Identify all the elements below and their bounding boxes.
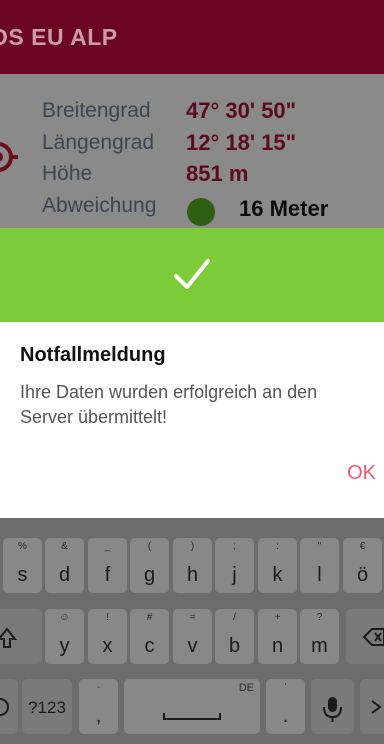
latitude-label: Breitengrad [42, 99, 151, 122]
enter-key[interactable] [360, 679, 384, 734]
symbols-label: ?123 [28, 698, 66, 717]
key-hint: / [233, 612, 236, 623]
microphone-icon [323, 697, 342, 722]
key-label: f [104, 564, 111, 586]
comma-key[interactable]: -, [79, 679, 118, 734]
space-key[interactable]: DE [124, 679, 260, 734]
key-c[interactable]: # c [130, 609, 169, 664]
key-h[interactable]: ) h [173, 538, 212, 593]
key-label: k [272, 564, 283, 586]
key-label: ö [356, 564, 369, 586]
key-y[interactable]: ☺ y [45, 609, 84, 664]
key-label: l [317, 564, 322, 586]
voice-input-key[interactable] [311, 679, 354, 734]
key-o-umlaut[interactable]: € ö [343, 538, 382, 593]
key-m[interactable]: ? m [300, 609, 339, 664]
key-label: j [232, 564, 237, 586]
dialog-message: Ihre Daten wurden erfolgreich an den Ser… [20, 382, 318, 427]
shift-icon [0, 627, 18, 648]
key-hint: ☺ [59, 612, 70, 623]
key-label: . [282, 705, 289, 727]
key-hint: ' [284, 682, 287, 693]
latitude-value: 47° 30' 50" [186, 98, 297, 123]
key-l[interactable]: " l [300, 538, 339, 593]
key-f[interactable]: _ f [88, 538, 127, 593]
key-g[interactable]: (g [130, 538, 169, 593]
accuracy-status-dot [187, 198, 215, 226]
key-hint: + [274, 612, 281, 623]
key-s[interactable]: % s [3, 538, 42, 593]
key-hint: € [359, 541, 366, 552]
key-x[interactable]: ! x [88, 609, 127, 664]
key-label: g [143, 564, 156, 586]
longitude-label: Längengrad [42, 131, 155, 154]
app-bar: OS EU ALP [0, 0, 384, 74]
key-hint: ; [233, 541, 236, 552]
key-hint: ) [190, 541, 195, 552]
target-icon [0, 142, 18, 172]
backspace-icon [362, 628, 384, 646]
backspace-key[interactable] [346, 609, 384, 664]
emoji-key[interactable] [0, 679, 18, 734]
altitude-value: 851 m [186, 161, 249, 186]
key-b[interactable]: / b [215, 609, 254, 664]
checkmark-icon [174, 259, 210, 289]
key-label: h [186, 564, 199, 586]
key-hint: ( [147, 541, 152, 552]
key-v[interactable]: = v [173, 609, 212, 664]
key-hint: # [146, 612, 153, 623]
key-label: y [59, 635, 70, 657]
enter-icon [371, 700, 382, 714]
key-k[interactable]: :k [258, 538, 297, 593]
key-label: b [228, 635, 241, 657]
key-d[interactable]: & d [45, 538, 84, 593]
space-bar-icon [163, 713, 221, 720]
key-label: n [271, 635, 284, 657]
key-hint: ? [316, 612, 323, 623]
key-hint: = [189, 612, 196, 623]
key-j[interactable]: ; j [215, 538, 254, 593]
ok-button[interactable]: OK [328, 458, 376, 488]
app-title: OS EU ALP [0, 24, 118, 50]
key-label: x [102, 635, 113, 657]
key-n[interactable]: + n [258, 609, 297, 664]
shift-key[interactable] [0, 609, 42, 664]
key-hint: : [276, 541, 279, 552]
key-label: m [311, 635, 328, 657]
deviation-value: 16 Meter [239, 196, 329, 221]
emoji-icon [0, 698, 9, 716]
symbols-key[interactable]: ?123 [22, 679, 72, 734]
key-label: v [187, 635, 198, 657]
key-hint: & [61, 541, 68, 552]
longitude-value: 12° 18' 15" [186, 130, 297, 155]
key-hint: % [18, 541, 27, 552]
key-hint: ! [106, 612, 109, 623]
key-hint: - [96, 682, 101, 693]
key-label: d [58, 564, 71, 586]
key-hint: _ [104, 541, 111, 552]
key-label: , [95, 705, 102, 727]
key-hint: " [317, 541, 322, 552]
key-label: c [144, 635, 155, 657]
key-label: s [17, 564, 28, 586]
period-key[interactable]: '. [266, 679, 305, 734]
keyboard: % s & d _ f (g ) h ; j :k " l € ö ☺ y ! x # c = v /… [0, 518, 384, 744]
dialog-title: Notfallmeldung [20, 344, 166, 366]
deviation-label: Abweichung [42, 194, 157, 217]
altitude-label: Höhe [42, 162, 93, 185]
